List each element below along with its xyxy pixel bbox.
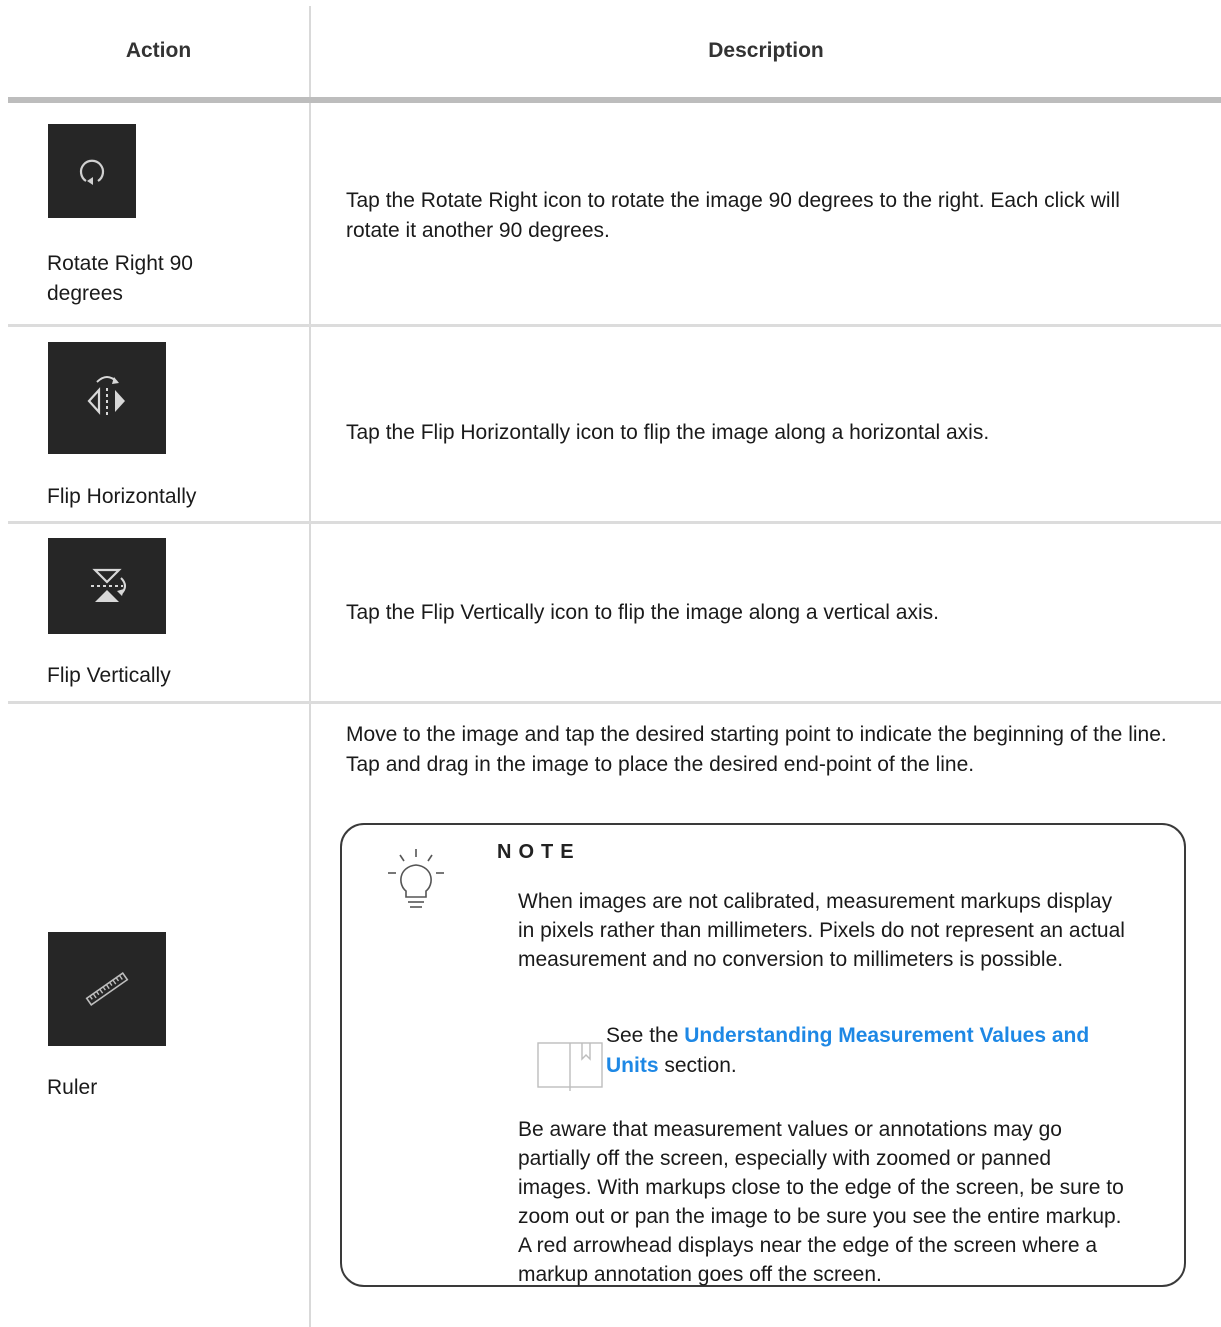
note-box: NOTE When images are not calibrated, mea…: [340, 823, 1186, 1287]
note-title: NOTE: [497, 841, 581, 863]
description-flip-vertically: Tap the Flip Vertically icon to flip the…: [346, 601, 939, 624]
header-rule: [8, 97, 1221, 103]
flip-vertical-icon: [48, 538, 166, 634]
book-icon: [534, 1039, 606, 1100]
row-divider: [8, 521, 1221, 524]
lightbulb-icon: [380, 845, 452, 922]
rotate-right-icon: [48, 124, 136, 218]
note-paragraph-offscreen: Be aware that measurement values or anno…: [518, 1118, 1124, 1286]
row-divider: [8, 701, 1221, 704]
action-label-flip-vertically: Flip Vertically: [47, 664, 171, 687]
flip-horizontal-icon: [48, 342, 166, 454]
ruler-icon: [48, 932, 166, 1046]
description-flip-horizontally: Tap the Flip Horizontally icon to flip t…: [346, 421, 990, 444]
column-divider: [309, 6, 311, 1327]
action-label-flip-horizontally: Flip Horizontally: [47, 485, 197, 508]
see-prefix: See the: [606, 1024, 685, 1047]
header-action: Action: [125, 39, 192, 62]
actions-table: Action Description Rotate Right 90 degre…: [8, 6, 1221, 1327]
header-description: Description: [708, 39, 824, 62]
see-suffix: section.: [658, 1054, 737, 1077]
note-see-also: See the Understanding Measurement Values…: [606, 1021, 1126, 1081]
description-rotate-right: Tap the Rotate Right icon to rotate the …: [346, 189, 1120, 242]
note-paragraph-calibration: When images are not calibrated, measurem…: [518, 890, 1125, 971]
action-label-rotate-right: Rotate Right 90 degrees: [47, 252, 193, 305]
description-ruler: Move to the image and tap the desired st…: [346, 723, 1167, 776]
action-label-ruler: Ruler: [47, 1076, 98, 1099]
row-divider: [8, 324, 1221, 327]
